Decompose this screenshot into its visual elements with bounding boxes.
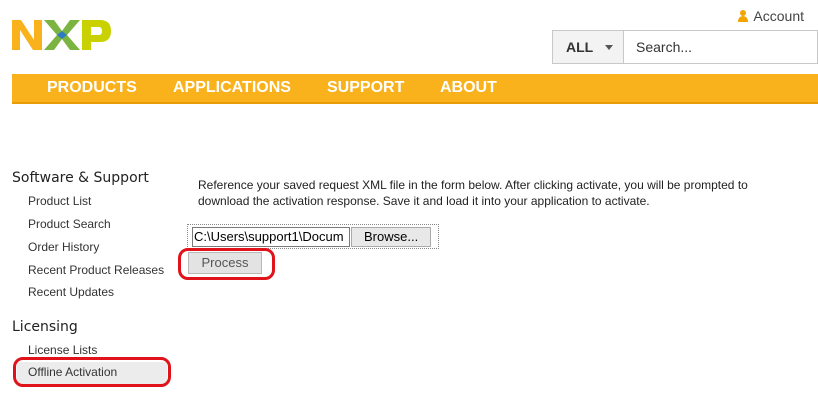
sidebar-item-license-lists[interactable]: License Lists (28, 343, 97, 357)
sidebar-heading-licensing: Licensing (12, 319, 78, 335)
nav-products[interactable]: PRODUCTS (47, 74, 137, 102)
sidebar-item-product-list[interactable]: Product List (28, 194, 91, 208)
nav-applications[interactable]: APPLICATIONS (173, 74, 291, 102)
nxp-logo (12, 20, 111, 50)
account-label: Account (753, 8, 804, 24)
sidebar-heading-software-support: Software & Support (12, 170, 149, 186)
user-icon (737, 10, 749, 22)
search-scope-dropdown[interactable]: ALL (553, 31, 624, 63)
highlight-oval-process (178, 248, 275, 280)
file-path-input[interactable]: C:\Users\support1\Docum (192, 226, 350, 247)
main-nav: PRODUCTS APPLICATIONS SUPPORT ABOUT (12, 74, 818, 104)
nav-about[interactable]: ABOUT (440, 74, 497, 102)
instructions-text: Reference your saved request XML file in… (198, 177, 798, 209)
search-input[interactable] (624, 31, 817, 63)
sidebar-item-product-search[interactable]: Product Search (28, 217, 111, 231)
instructions-line-2: download the activation response. Save i… (198, 194, 650, 208)
nav-support[interactable]: SUPPORT (327, 74, 404, 102)
caret-down-icon (605, 44, 614, 50)
sidebar-item-recent-product-releases[interactable]: Recent Product Releases (28, 263, 164, 277)
file-upload-control: C:\Users\support1\Docum Browse... (187, 224, 439, 249)
sidebar-item-recent-updates[interactable]: Recent Updates (28, 285, 114, 299)
instructions-line-1: Reference your saved request XML file in… (198, 178, 748, 192)
browse-button[interactable]: Browse... (351, 226, 432, 247)
sidebar-item-order-history[interactable]: Order History (28, 240, 99, 254)
search-scope-value: ALL (566, 39, 594, 55)
search-bar: ALL (552, 30, 818, 64)
highlight-oval-offline-activation (13, 357, 171, 387)
account-link[interactable]: Account (737, 8, 804, 24)
